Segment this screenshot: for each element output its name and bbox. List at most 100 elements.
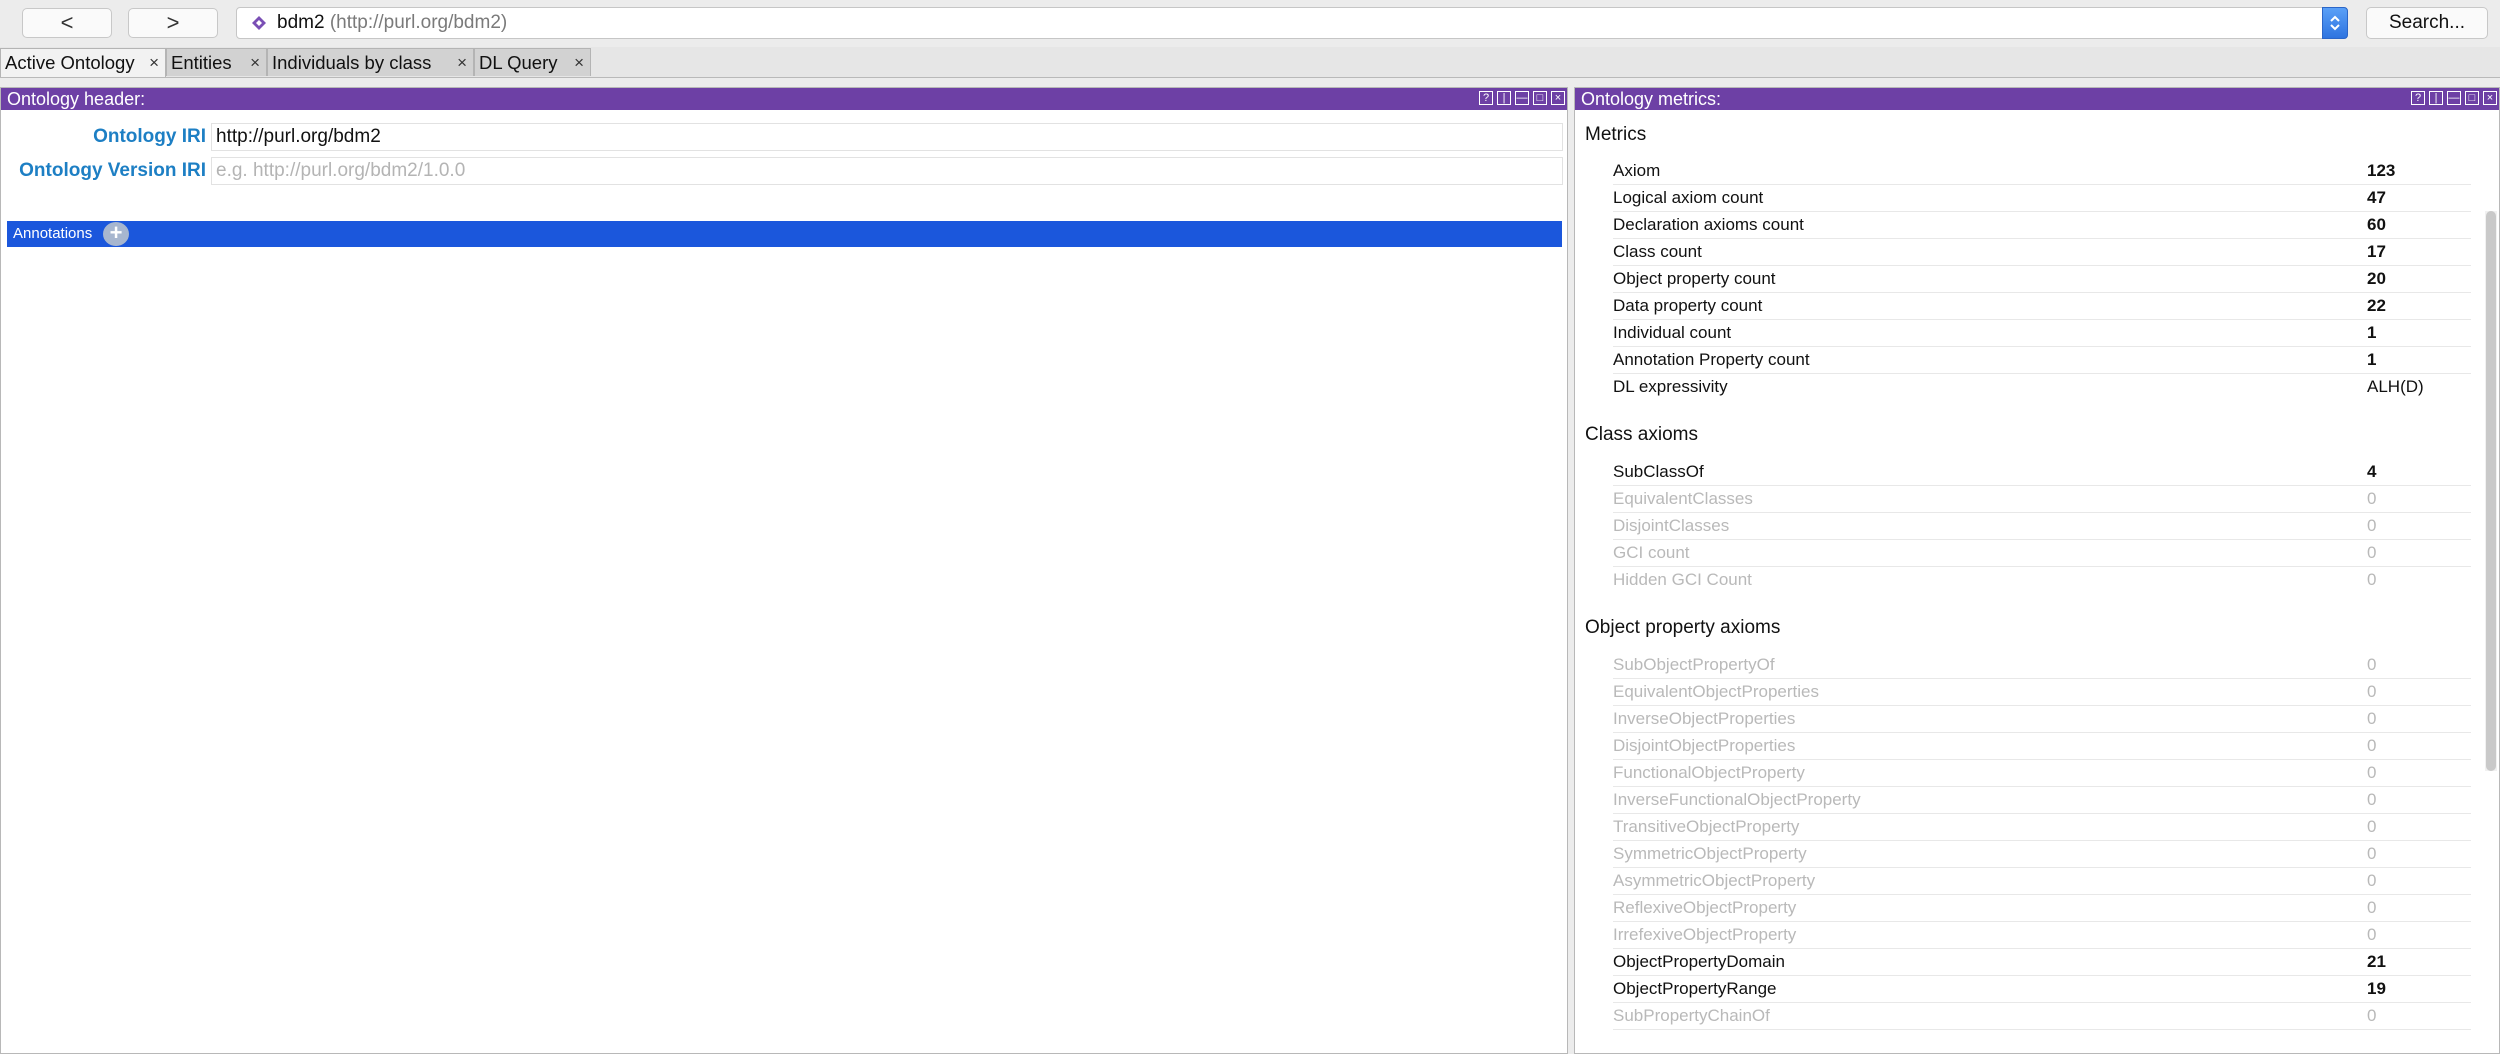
metric-name: SymmetricObjectProperty: [1613, 844, 1807, 863]
add-annotation-button[interactable]: +: [103, 222, 129, 246]
vertical-scrollbar[interactable]: [2485, 211, 2497, 771]
close-icon[interactable]: ×: [2483, 91, 2497, 105]
metric-row: GCI count 0: [1613, 540, 2471, 567]
panel-controls: ? | — □ ×: [2411, 91, 2497, 107]
metric-name: Class count: [1613, 242, 1702, 261]
minimize-icon[interactable]: —: [1515, 91, 1529, 105]
metric-row: EquivalentObjectProperties 0: [1613, 679, 2471, 706]
close-icon[interactable]: ×: [1551, 91, 1565, 105]
metric-name: ReflexiveObjectProperty: [1613, 898, 1797, 917]
metric-row: Hidden GCI Count 0: [1613, 567, 2471, 593]
ontology-selector[interactable]: bdm2 (http://purl.org/bdm2): [236, 7, 2348, 39]
panel-title: Ontology header:: [7, 89, 146, 109]
panel-title-bar: Ontology header: ? | — □ ×: [1, 88, 1567, 110]
search-button[interactable]: Search...: [2366, 7, 2488, 39]
metric-value: 47: [2367, 188, 2386, 207]
tab-label: DL Query: [479, 52, 558, 73]
metric-value: 0: [2367, 763, 2377, 782]
metric-row: InverseFunctionalObjectProperty 0: [1613, 787, 2471, 814]
metric-row: SubClassOf 4: [1613, 459, 2471, 486]
metric-value: ALH(D): [2367, 377, 2424, 396]
tab-dl-query[interactable]: DL Query ×: [474, 48, 591, 76]
metric-row: ObjectPropertyRange 19: [1613, 976, 2471, 1003]
metric-name: FunctionalObjectProperty: [1613, 763, 1805, 782]
dropdown-arrows-icon[interactable]: [2322, 7, 2348, 39]
split-icon[interactable]: |: [1497, 91, 1511, 105]
metric-value: 0: [2367, 516, 2377, 535]
metric-value: 0: [2367, 570, 2377, 589]
help-icon[interactable]: ?: [2411, 91, 2425, 105]
metric-row: Annotation Property count 1: [1613, 347, 2471, 374]
tab-label: Entities: [171, 52, 232, 73]
panel-controls: ? | — □ ×: [1479, 91, 1565, 107]
ontology-iri-label: Ontology IRI: [93, 126, 206, 147]
close-icon[interactable]: ×: [149, 49, 159, 77]
metric-value: 1: [2367, 350, 2377, 369]
metric-value: 123: [2367, 161, 2396, 180]
metric-row: SubObjectPropertyOf 0: [1613, 652, 2471, 679]
minimize-icon[interactable]: —: [2447, 91, 2461, 105]
maximize-icon[interactable]: □: [2465, 91, 2479, 105]
metric-name: TransitiveObjectProperty: [1613, 817, 1800, 836]
metric-name: Object property count: [1613, 269, 1776, 288]
toolbar: < > bdm2 (http://purl.org/bdm2) Search..…: [0, 0, 2500, 46]
close-icon[interactable]: ×: [574, 49, 584, 77]
metric-row: Data property count 22: [1613, 293, 2471, 320]
panel-title: Ontology metrics:: [1581, 89, 1722, 109]
close-icon[interactable]: ×: [250, 49, 260, 77]
metric-value: 0: [2367, 871, 2377, 890]
metric-name: IrrefexiveObjectProperty: [1613, 925, 1797, 944]
annotations-header: Annotations +: [7, 221, 1562, 247]
split-icon[interactable]: |: [2429, 91, 2443, 105]
metric-row: ReflexiveObjectProperty 0: [1613, 895, 2471, 922]
tab-active-ontology[interactable]: Active Ontology ×: [0, 48, 166, 77]
tab-bar: Active Ontology × Entities × Individuals…: [0, 47, 2500, 78]
metric-name: InverseObjectProperties: [1613, 709, 1796, 728]
metric-name: DL expressivity: [1613, 377, 1728, 396]
version-iri-field[interactable]: [211, 157, 1563, 185]
tab-entities[interactable]: Entities ×: [166, 48, 267, 76]
tab-individuals-by-class[interactable]: Individuals by class ×: [267, 48, 474, 76]
annotations-label: Annotations: [13, 225, 93, 242]
metric-value: 60: [2367, 215, 2386, 234]
close-icon[interactable]: ×: [457, 49, 467, 77]
metric-name: AsymmetricObjectProperty: [1613, 871, 1816, 890]
back-button[interactable]: <: [22, 8, 112, 38]
version-iri-input[interactable]: [216, 158, 1562, 184]
metric-name: Individual count: [1613, 323, 1732, 342]
ontology-iri-field[interactable]: [211, 123, 1563, 151]
version-iri-label: Ontology Version IRI: [19, 160, 206, 181]
metric-name: ObjectPropertyDomain: [1613, 952, 1785, 971]
metric-value: 0: [2367, 817, 2377, 836]
metric-name: SubObjectPropertyOf: [1613, 655, 1775, 674]
metric-name: SubPropertyChainOf: [1613, 1006, 1770, 1025]
metric-row: SubPropertyChainOf 0: [1613, 1003, 2471, 1030]
metric-row: FunctionalObjectProperty 0: [1613, 760, 2471, 787]
metric-value: 22: [2367, 296, 2386, 315]
metric-value: 17: [2367, 242, 2386, 261]
help-icon[interactable]: ?: [1479, 91, 1493, 105]
metric-row: Axiom 123: [1613, 158, 2471, 185]
metric-name: Hidden GCI Count: [1613, 570, 1752, 589]
metric-value: 20: [2367, 269, 2386, 288]
ontology-iri-input[interactable]: [216, 124, 1562, 150]
metric-value: 21: [2367, 952, 2386, 971]
forward-button[interactable]: >: [128, 8, 218, 38]
metric-row: Individual count 1: [1613, 320, 2471, 347]
metric-name: InverseFunctionalObjectProperty: [1613, 790, 1861, 809]
ontology-header-panel: Ontology header: ? | — □ × Ontology IRI …: [0, 87, 1568, 1054]
metric-value: 0: [2367, 925, 2377, 944]
metric-row: ObjectPropertyDomain 21: [1613, 949, 2471, 976]
metric-row: DL expressivity ALH(D): [1613, 374, 2471, 400]
metric-value: 0: [2367, 655, 2377, 674]
metric-value: 0: [2367, 898, 2377, 917]
scrollbar-thumb[interactable]: [2486, 211, 2496, 771]
metric-value: 4: [2367, 462, 2377, 481]
maximize-icon[interactable]: □: [1533, 91, 1547, 105]
ontology-diamond-icon: [251, 15, 267, 31]
metric-value: 0: [2367, 790, 2377, 809]
metric-value: 0: [2367, 682, 2377, 701]
panel-title-bar: Ontology metrics: ? | — □ ×: [1575, 88, 2499, 110]
metric-name: DisjointClasses: [1613, 516, 1730, 535]
metric-row: DisjointObjectProperties 0: [1613, 733, 2471, 760]
